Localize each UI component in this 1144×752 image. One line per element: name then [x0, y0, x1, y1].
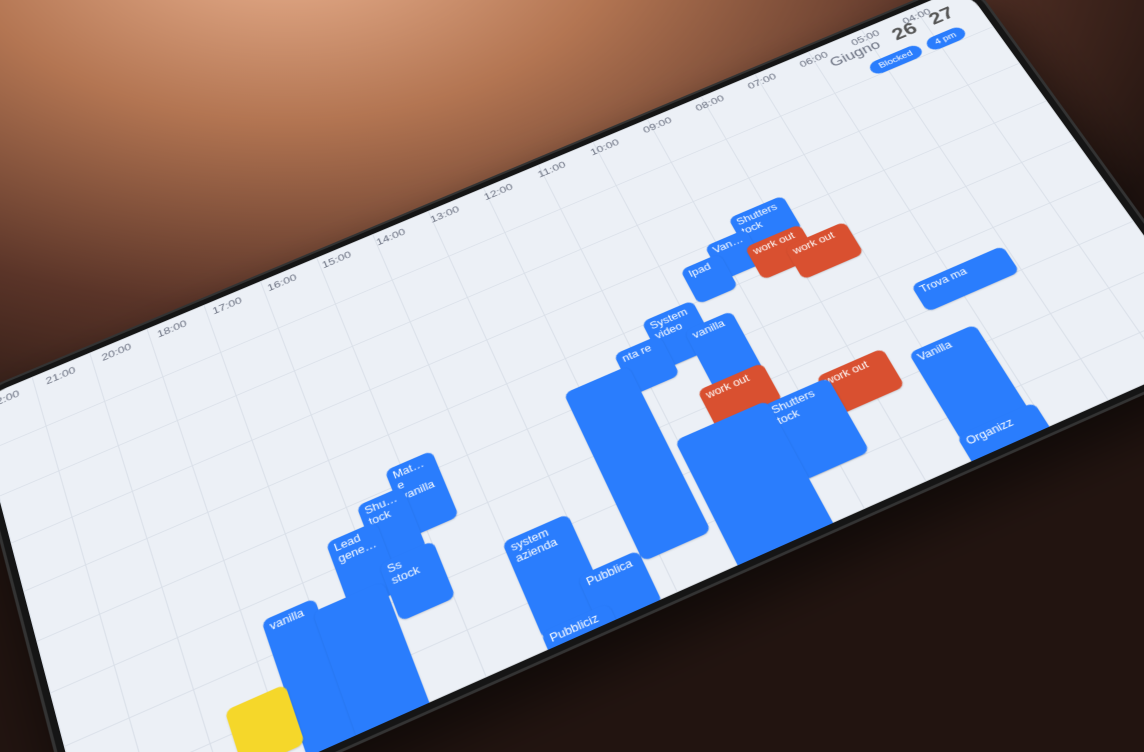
perspective-stage: 22:0021:0020:0018:0017:0016:0015:0014:00… — [0, 86, 1144, 666]
grid-row — [109, 400, 1144, 752]
calendar-event-system-azienda[interactable]: system azienda — [502, 514, 611, 640]
calendar-event-blank[interactable] — [225, 684, 305, 752]
grid-col — [32, 377, 160, 752]
grid-row — [93, 353, 1144, 752]
grid-col — [0, 401, 93, 752]
calendar-event-vanilla[interactable]: vanilla — [261, 598, 365, 752]
calendar-event-prepara-post[interactable]: Prepara post — [716, 615, 825, 717]
calendar-event-material-e-vanilla[interactable]: Material e vanilla — [385, 451, 459, 538]
grid-col — [316, 257, 487, 677]
grid-col — [701, 96, 927, 482]
calendar-event-blank[interactable] — [474, 654, 646, 752]
calendar-event-pubblica[interactable]: Pubblica — [577, 550, 662, 630]
calendar-event-ss-stock[interactable]: Ss stock — [379, 541, 456, 622]
calendar-event-work-out[interactable]: work out — [697, 363, 783, 430]
grid-row — [36, 179, 1104, 642]
grid-row — [0, 63, 1020, 497]
calendar-event-blank[interactable] — [564, 366, 711, 562]
calendar-event-blank[interactable] — [675, 401, 860, 616]
calendar-event-blank[interactable] — [313, 581, 452, 752]
grid-row — [78, 307, 1144, 752]
calendar-event-pubbliciz[interactable]: Pubbliciz — [541, 603, 631, 683]
grid-col — [914, 7, 1144, 374]
calendar-event-shutters-tock[interactable]: Shutters tock — [356, 486, 427, 569]
grid-row — [11, 100, 1048, 543]
grid-col — [146, 329, 291, 752]
photo-backdrop: 22:0021:0020:0018:0017:0016:0015:0014:00… — [0, 0, 1144, 752]
calendar-event-work-out[interactable]: work out — [816, 348, 905, 416]
phone-screen[interactable]: 22:0021:0020:0018:0017:0016:0015:0014:00… — [0, 0, 1144, 752]
grid-col — [428, 211, 615, 621]
grid-col — [372, 234, 551, 649]
calendar-event-lead-generators[interactable]: Lead generators — [326, 521, 402, 612]
calendar-event-vanilla[interactable]: vanilla — [684, 311, 803, 463]
calendar-event-blank[interactable] — [621, 667, 779, 752]
grid-row — [64, 263, 1144, 747]
calendar-event-organizz[interactable]: Organizz — [957, 402, 1060, 477]
calendar-event-shutters-tock[interactable]: Shutters tock — [763, 378, 870, 481]
grid-row — [23, 139, 1075, 592]
grid-col — [203, 305, 357, 736]
grid-col — [260, 281, 422, 706]
calendar-event-vanilla[interactable]: Vanilla — [909, 324, 1031, 442]
phone-frame: 22:0021:0020:0018:0017:0016:0015:0014:00… — [0, 0, 1144, 752]
calendar-grid — [0, 0, 1144, 752]
grid-col — [89, 352, 226, 752]
